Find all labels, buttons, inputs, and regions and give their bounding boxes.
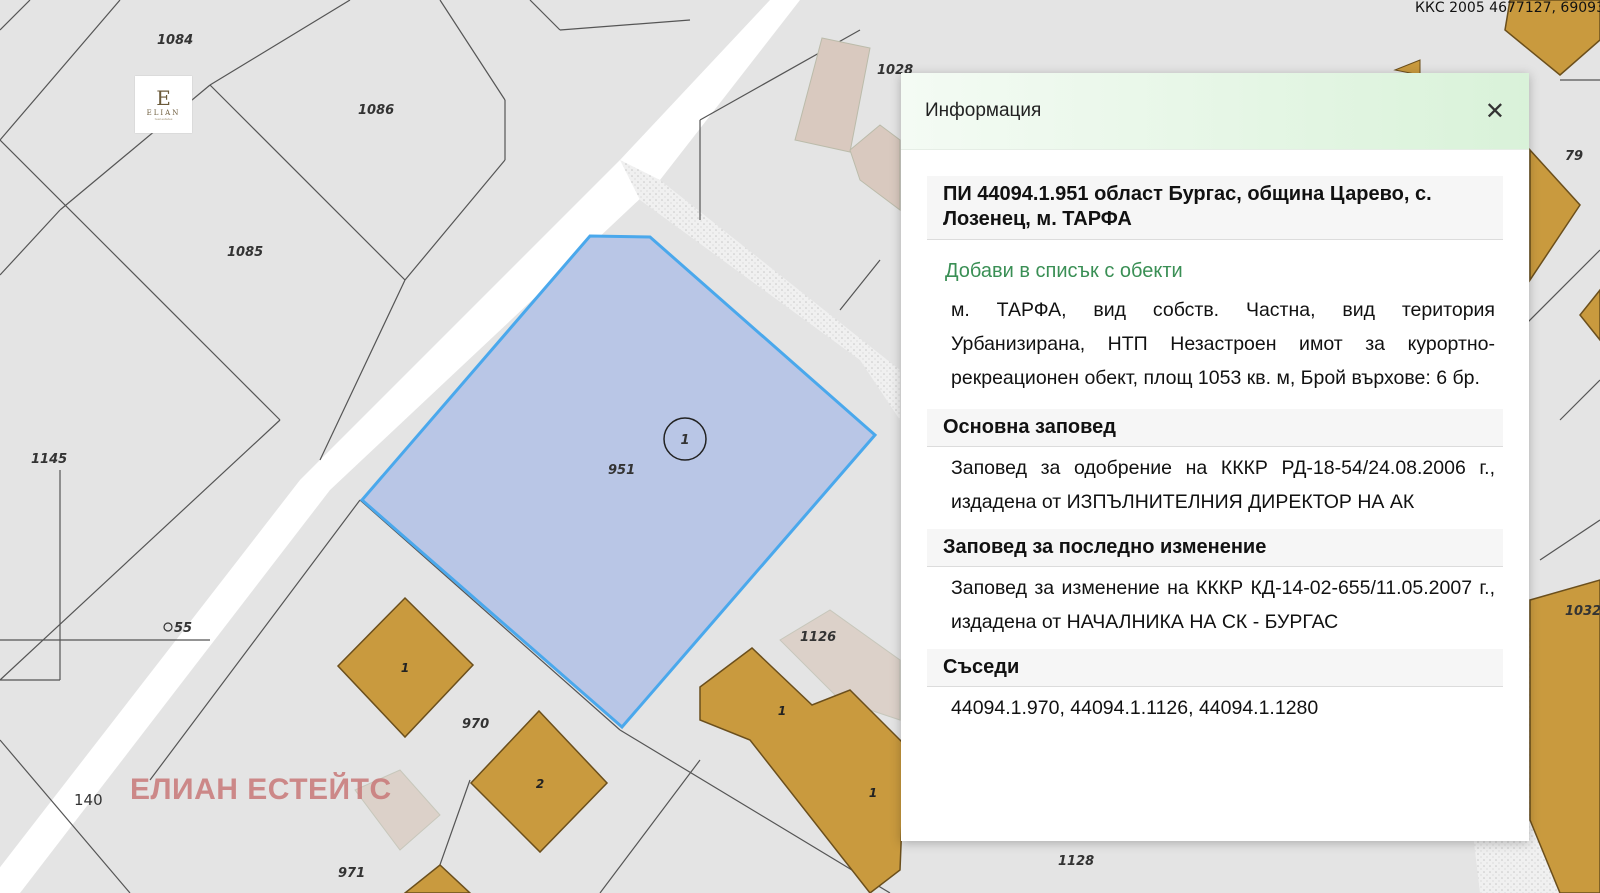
building-label: 1 — [401, 661, 409, 675]
parcel-marker-label: 1 — [680, 433, 689, 448]
parcel-label: 1145 — [31, 452, 67, 467]
parcel-label: 951 — [608, 463, 635, 478]
section-heading: Заповед за последно изменение — [927, 529, 1503, 567]
logo-monogram: E — [156, 85, 171, 110]
parcel-label: 140 — [74, 791, 103, 809]
panel-header: Информация ✕ — [901, 73, 1529, 150]
info-panel: Информация ✕ ПИ 44094.1.951 област Бурга… — [901, 73, 1529, 841]
watermark: ЕЛИАН ЕСТЕЙТС — [130, 773, 392, 806]
parcel-label: 970 — [462, 717, 489, 732]
parcel-description: м. ТАРФА, вид собств. Частна, вид терито… — [951, 299, 1495, 389]
parcel-label: 1086 — [358, 103, 394, 118]
logo-name: ELIAN — [146, 108, 181, 117]
logo-sub: real estates — [154, 116, 173, 121]
brand-logo: E ELIAN real estates — [135, 76, 192, 133]
parcel-label: 1126 — [800, 630, 836, 645]
parcel-label: 971 — [338, 866, 365, 881]
section-text: Заповед за изменение на КККР КД-14-02-65… — [951, 577, 1495, 633]
panel-title: Информация — [925, 100, 1042, 121]
parcel-label: 1085 — [227, 245, 263, 260]
parcel-label: 1128 — [1058, 854, 1094, 869]
neighbors-text: 44094.1.970, 44094.1.1126, 44094.1.1280 — [951, 697, 1319, 719]
point-label: 55 — [174, 621, 192, 636]
building-label: 1 — [869, 786, 877, 800]
parcel-title: ПИ 44094.1.951 област Бургас, община Цар… — [927, 176, 1503, 240]
section-text: Заповед за одобрение на КККР РД-18-54/24… — [951, 457, 1495, 513]
parcel-label: 79 — [1565, 149, 1583, 164]
section-heading: Съседи — [927, 649, 1503, 687]
panel-body: ПИ 44094.1.951 област Бургас, община Цар… — [901, 176, 1529, 735]
parcel-label: 1084 — [157, 33, 193, 48]
building[interactable] — [1529, 579, 1600, 893]
coordinate-readout: ККС 2005 4677127, 690930 — [1415, 0, 1600, 16]
close-icon[interactable]: ✕ — [1485, 99, 1505, 123]
section-heading: Основна заповед — [927, 409, 1503, 447]
add-to-list-link[interactable]: Добави в списък с обекти — [927, 240, 1503, 283]
parcel-label: 1032 — [1565, 604, 1600, 619]
building-label: 2 — [536, 777, 544, 791]
building-label: 1 — [778, 704, 786, 718]
